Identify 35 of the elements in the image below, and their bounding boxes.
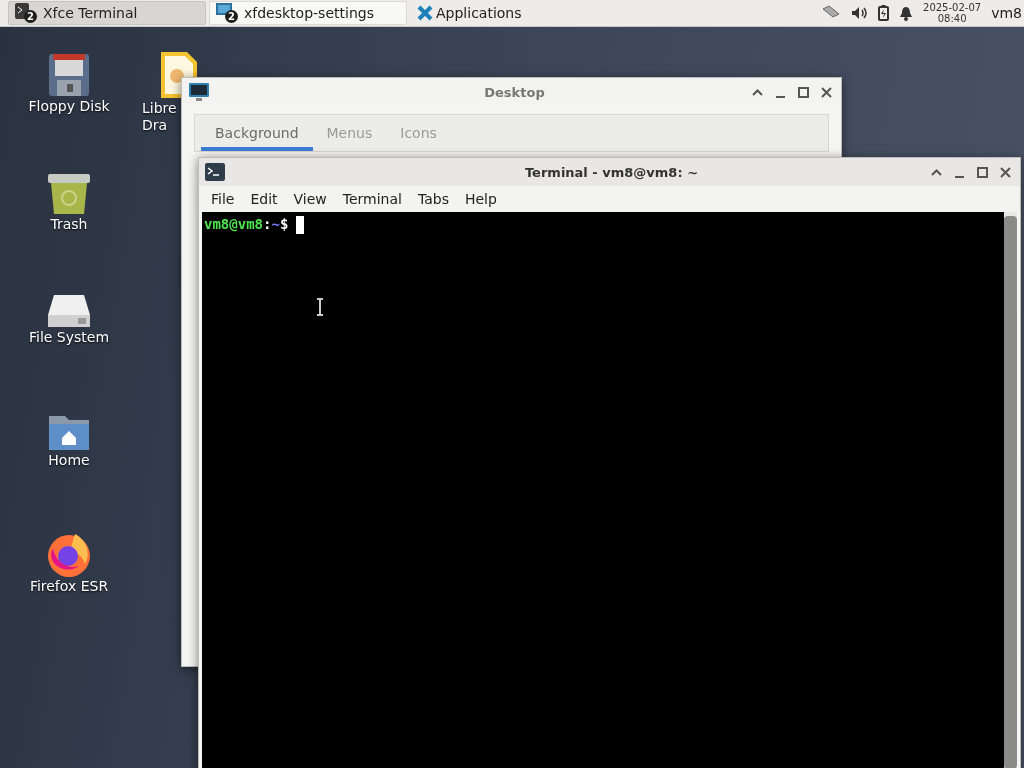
desktop-icon-label[interactable]: Libre Dra	[142, 100, 177, 134]
applications-menu-button[interactable]: Applications	[413, 5, 526, 21]
prompt-separator: :	[263, 216, 272, 232]
window-title: Terminal - vm8@vm8: ~	[523, 164, 700, 180]
desktop-icon-label[interactable]: File System	[28, 329, 110, 346]
menu-item[interactable]: Terminal	[334, 191, 410, 207]
menu-item[interactable]: Edit	[242, 191, 286, 207]
monitor-icon	[188, 81, 210, 103]
menu-item[interactable]: Help	[456, 191, 505, 207]
taskbar-button[interactable]: 2 xfdesktop-settings	[209, 1, 407, 25]
terminal-icon	[205, 163, 225, 181]
desktop-icon-label[interactable]: Home	[48, 452, 90, 469]
applications-menu-icon	[417, 5, 433, 21]
prompt-user-host: vm8@vm8	[204, 216, 263, 232]
menu-item[interactable]: Tabs	[409, 191, 457, 207]
text-cursor-icon	[316, 298, 324, 316]
scrollbar[interactable]	[1004, 212, 1017, 768]
tab[interactable]: Background	[201, 115, 313, 151]
taskbar-button[interactable]: 2 Xfce Terminal	[8, 1, 206, 25]
desktop-icon-label[interactable]: Firefox ESR	[29, 578, 109, 595]
prompt-symbol: $	[279, 216, 289, 232]
battery-icon[interactable]	[878, 5, 890, 21]
prompt-path: ~	[271, 216, 280, 232]
desktop-icon-label[interactable]: Floppy Disk	[28, 98, 110, 115]
user-name[interactable]: vm8	[991, 5, 1022, 21]
hard-drive-icon	[46, 293, 92, 329]
notification-bell-icon[interactable]	[899, 5, 914, 21]
menu-item[interactable]: View	[285, 191, 335, 207]
clock[interactable]: 2025-02-07 08:40	[923, 2, 982, 24]
desktop-icon-label[interactable]: Trash	[50, 216, 88, 233]
trash-icon	[46, 172, 92, 216]
menu-item[interactable]: File	[203, 191, 243, 207]
volume-icon[interactable]	[851, 6, 869, 20]
text-cursor	[296, 216, 305, 234]
window-title: Desktop	[483, 84, 546, 100]
